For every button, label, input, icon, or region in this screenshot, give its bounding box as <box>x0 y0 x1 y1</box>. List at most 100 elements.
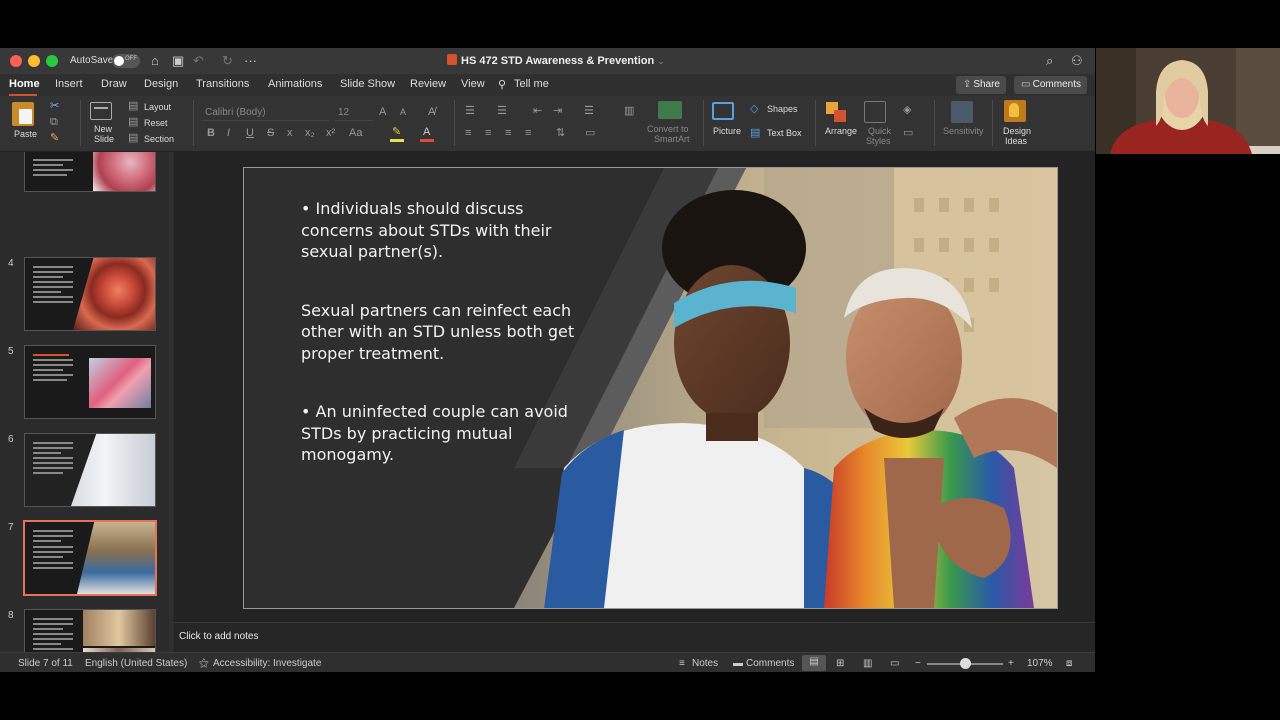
decrease-font-icon[interactable]: A <box>400 106 406 118</box>
cut-icon[interactable]: ✂ <box>50 100 59 112</box>
justify-icon[interactable]: ≡ <box>525 127 531 139</box>
align-right-icon[interactable]: ≡ <box>505 127 511 139</box>
copy-icon[interactable]: ⧉ <box>50 116 58 128</box>
share-people-icon[interactable]: ⚇ <box>1071 52 1083 70</box>
comments-toggle[interactable]: Comments <box>746 658 794 669</box>
bold-icon[interactable]: B <box>207 127 215 139</box>
document-title[interactable]: HS 472 STD Awareness & Prevention ⌄ <box>447 54 665 67</box>
paste-label[interactable]: Paste <box>14 129 37 139</box>
zoom-window-button[interactable] <box>46 55 58 67</box>
reset-icon[interactable]: ▤ <box>128 116 138 128</box>
highlight-icon[interactable]: ✎ <box>392 126 401 138</box>
arrange-label[interactable]: Arrange <box>825 126 857 136</box>
layout-icon[interactable]: ▤ <box>128 100 138 112</box>
undo-icon[interactable]: ↶ <box>193 52 204 70</box>
shapes-button[interactable]: Shapes <box>767 104 798 114</box>
font-name-select[interactable]: Calibri (Body) <box>201 104 329 121</box>
quick-styles-line1[interactable]: Quick <box>868 126 891 136</box>
save-icon[interactable]: ▣ <box>172 52 184 70</box>
more-icon[interactable]: ··· <box>244 52 257 70</box>
new-slide-icon[interactable] <box>90 102 112 120</box>
thumbnail-slide-6[interactable] <box>24 433 156 507</box>
shapes-icon[interactable]: ◇ <box>750 103 758 115</box>
tab-design[interactable]: Design <box>144 78 178 90</box>
comments-button[interactable]: ▭ Comments <box>1014 76 1087 94</box>
text-box-button[interactable]: Text Box <box>767 128 802 138</box>
numbering-icon[interactable]: ☰ <box>497 105 507 117</box>
zoom-level[interactable]: 107% <box>1027 658 1053 669</box>
tab-insert[interactable]: Insert <box>55 78 83 90</box>
align-left-icon[interactable]: ≡ <box>465 127 471 139</box>
increase-indent-icon[interactable]: ⇥ <box>553 105 562 117</box>
tab-view[interactable]: View <box>461 78 485 90</box>
tell-me-search[interactable]: Tell me <box>514 78 549 90</box>
search-icon[interactable]: ⌕ <box>1046 52 1053 70</box>
convert-smartart-line1[interactable]: Convert to <box>647 124 689 134</box>
layout-button[interactable]: Layout <box>144 102 171 112</box>
clear-format-icon[interactable]: A̸ <box>428 106 435 118</box>
section-icon[interactable]: ▤ <box>128 132 138 144</box>
superscript-icon[interactable]: x² <box>326 127 335 139</box>
redo-icon[interactable]: ↻ <box>222 52 233 70</box>
text-box-icon[interactable]: ▤ <box>750 127 760 139</box>
picture-label[interactable]: Picture <box>713 126 741 136</box>
tab-review[interactable]: Review <box>410 78 446 90</box>
bullets-icon[interactable]: ☰ <box>465 105 475 117</box>
thumbnail-slide-7[interactable] <box>23 520 157 596</box>
smartart-icon[interactable] <box>658 101 682 119</box>
columns-icon[interactable]: ▥ <box>624 105 634 117</box>
tab-animations[interactable]: Animations <box>268 78 322 90</box>
zoom-out-icon[interactable]: − <box>915 658 921 669</box>
align-center-icon[interactable]: ≡ <box>485 127 491 139</box>
language-indicator[interactable]: English (United States) <box>85 658 187 669</box>
autosave-toggle[interactable]: OFF <box>112 54 140 68</box>
increase-font-icon[interactable]: A <box>379 106 386 118</box>
tab-home[interactable]: Home <box>9 78 40 90</box>
zoom-in-icon[interactable]: + <box>1008 658 1014 669</box>
notes-placeholder[interactable]: Click to add notes <box>179 631 259 642</box>
slide-body-text[interactable]: • Individuals should discuss concerns ab… <box>301 198 591 503</box>
home-icon[interactable]: ⌂ <box>151 52 159 70</box>
strikethrough-icon[interactable]: S <box>267 127 274 139</box>
thumbnail-slide-4[interactable] <box>24 257 156 331</box>
align-text-icon[interactable]: ▭ <box>585 127 595 139</box>
format-painter-icon[interactable]: ✎ <box>50 132 59 144</box>
font-color-icon[interactable]: A <box>423 126 430 138</box>
text-direction-icon[interactable]: ⇅ <box>556 127 565 139</box>
thumbnail-slide-3[interactable] <box>24 152 156 192</box>
slide-sorter-icon[interactable]: ⊞ <box>836 658 844 669</box>
convert-smartart-line2[interactable]: SmartArt <box>654 134 690 144</box>
tab-draw[interactable]: Draw <box>101 78 127 90</box>
change-case-icon[interactable]: Aa <box>349 127 362 139</box>
reading-view-icon[interactable]: ▥ <box>863 658 872 669</box>
line-spacing-icon[interactable]: ☰ <box>584 105 594 117</box>
design-ideas-icon[interactable] <box>1004 100 1026 122</box>
share-button[interactable]: ⇪ Share <box>956 76 1006 94</box>
tab-transitions[interactable]: Transitions <box>196 78 249 90</box>
section-button[interactable]: Section <box>144 134 174 144</box>
shape-outline-icon[interactable]: ▭ <box>903 127 913 139</box>
italic-icon[interactable]: I <box>227 127 230 139</box>
subscript-icon[interactable]: x₂ <box>305 127 315 139</box>
minimize-window-button[interactable] <box>28 55 40 67</box>
character-spacing-icon[interactable]: x <box>287 127 293 139</box>
underline-icon[interactable]: U <box>246 127 254 139</box>
new-slide-label-line1[interactable]: New <box>94 124 112 134</box>
picture-icon[interactable] <box>712 102 734 120</box>
quick-styles-line2[interactable]: Styles <box>866 136 891 146</box>
font-size-select[interactable]: 12 <box>335 104 373 121</box>
current-slide[interactable]: • Individuals should discuss concerns ab… <box>243 167 1058 609</box>
close-window-button[interactable] <box>10 55 22 67</box>
sensitivity-label[interactable]: Sensitivity <box>943 126 984 136</box>
accessibility-status[interactable]: Accessibility: Investigate <box>213 658 321 669</box>
decrease-indent-icon[interactable]: ⇤ <box>533 105 542 117</box>
normal-view-icon[interactable]: ▤ <box>802 655 826 671</box>
thumbnail-slide-8[interactable] <box>24 609 156 654</box>
fit-slide-icon[interactable]: ⧈ <box>1066 658 1072 669</box>
design-ideas-line1[interactable]: Design <box>1003 126 1031 136</box>
reset-button[interactable]: Reset <box>144 118 168 128</box>
thumbnail-scrollbar[interactable] <box>169 152 173 654</box>
new-slide-label-line2[interactable]: Slide <box>94 134 114 144</box>
thumbnail-slide-5[interactable] <box>24 345 156 419</box>
shape-fill-icon[interactable]: ◈ <box>903 104 911 116</box>
